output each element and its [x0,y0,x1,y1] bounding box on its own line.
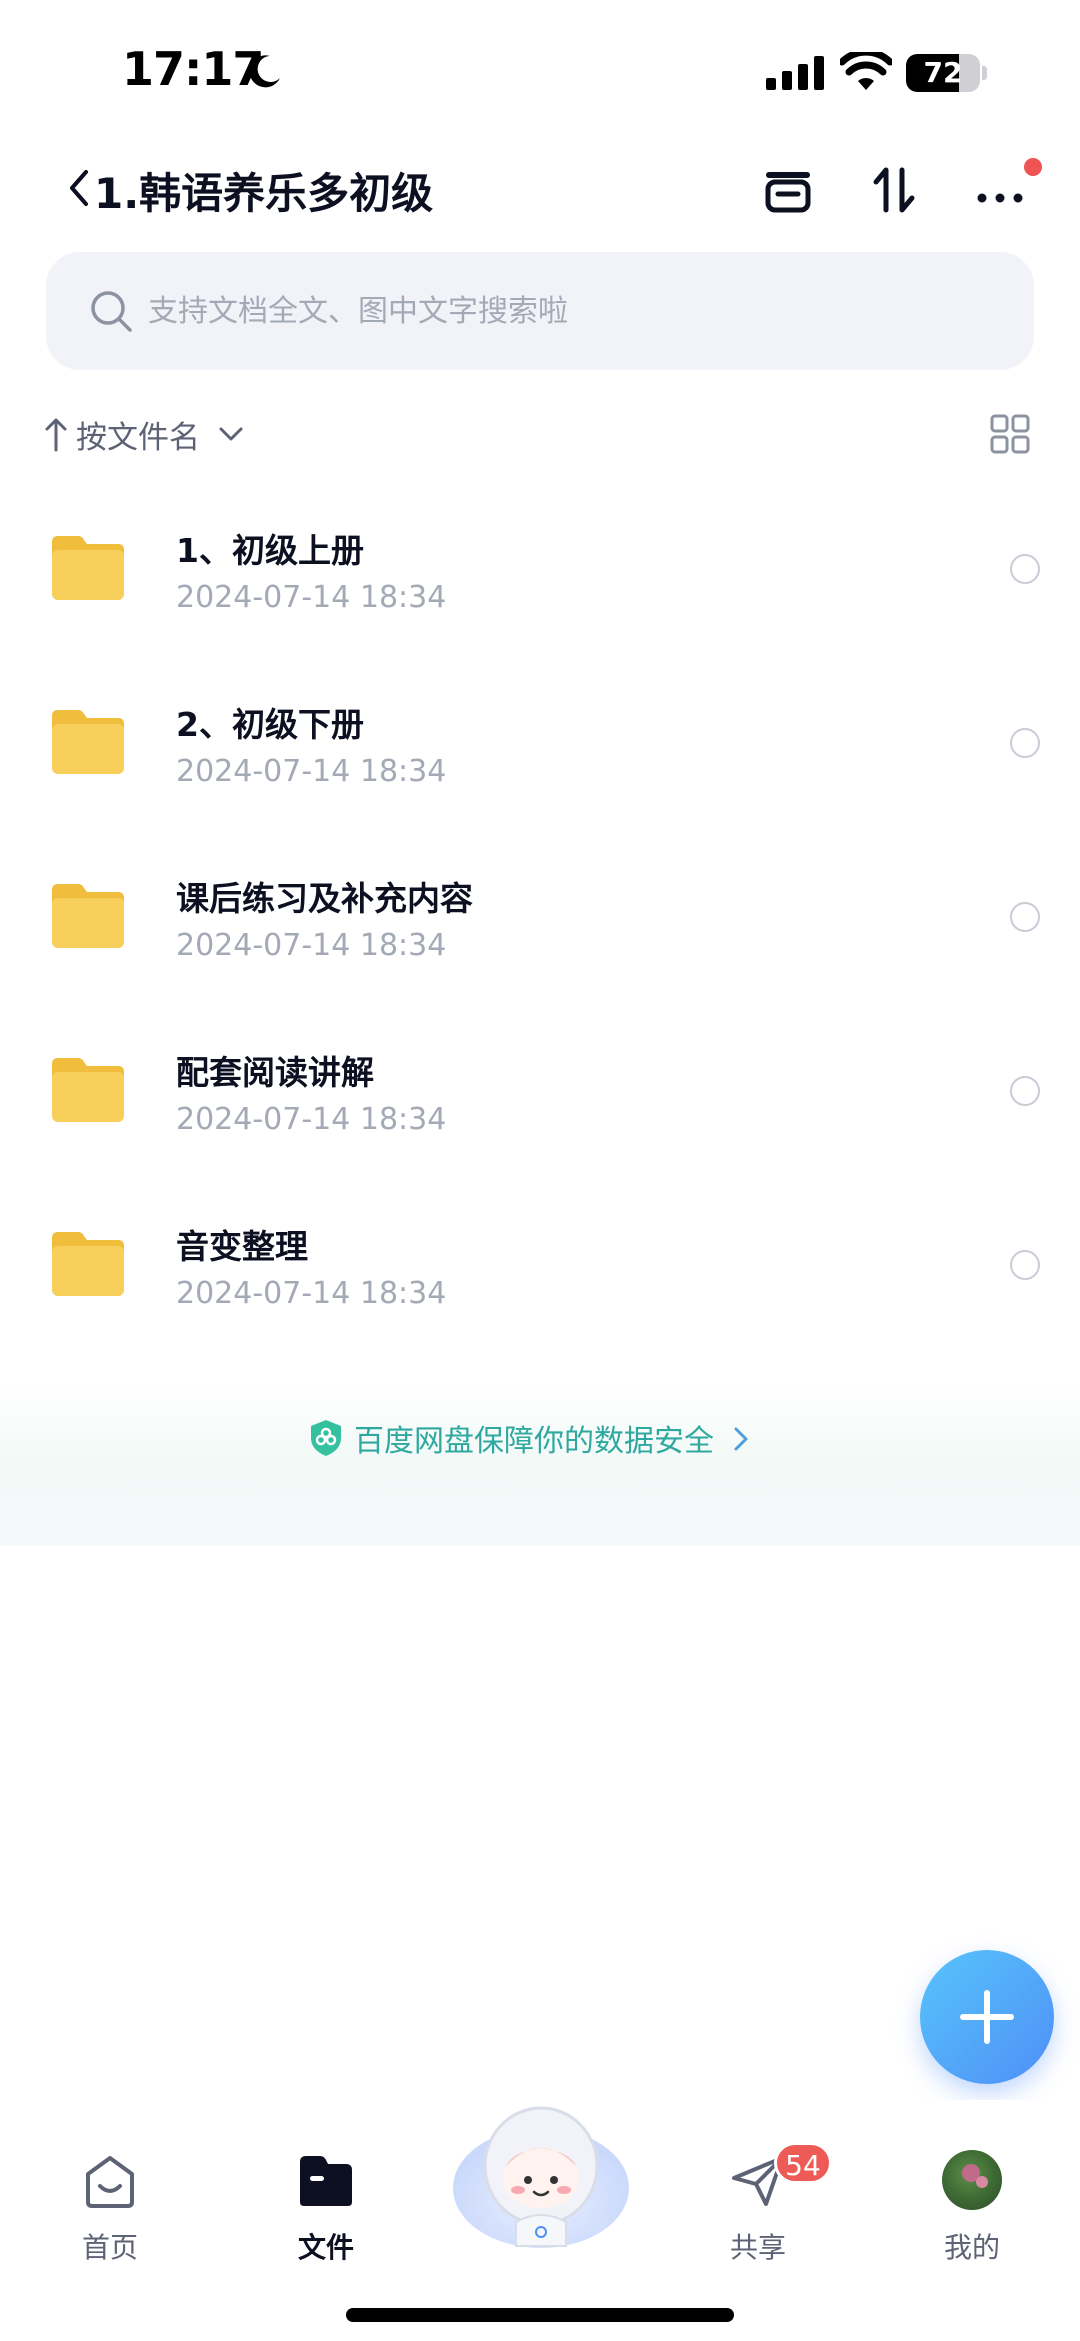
file-date: 2024-07-14 18:34 [176,1102,447,1137]
file-name: 1、初级上册 [176,531,364,570]
select-radio[interactable] [1010,1250,1040,1280]
more-dots-icon [977,193,1023,203]
battery-percent: 72 [923,56,963,89]
nav-share[interactable]: 54 共享 [698,2100,832,2264]
folder-icon [52,884,124,948]
shield-icon [311,1420,341,1456]
back-chevron-icon[interactable] [64,166,92,210]
file-row[interactable]: 2、初级下册 2024-07-14 18:34 [0,654,1080,828]
file-list: 1、初级上册 2024-07-14 18:34 2、初级下册 2024-07-1… [0,480,1080,1350]
archive-icon [765,172,811,213]
search-input[interactable] [148,280,968,342]
folder-icon [52,1058,124,1122]
file-name: 音变整理 [176,1227,308,1266]
file-row[interactable]: 音变整理 2024-07-14 18:34 [0,1176,1080,1350]
mascot-assistant-button[interactable] [450,2096,632,2256]
notification-dot [1024,158,1042,176]
nav-mine[interactable]: 我的 [912,2100,1032,2264]
share-badge: 54 [774,2142,832,2184]
sort-direction-icon[interactable] [44,416,68,452]
more-button[interactable] [968,158,1032,222]
status-bar: 17:17 72 [0,0,1080,140]
plus-icon [960,1990,1014,2044]
file-date: 2024-07-14 18:34 [176,754,447,789]
select-radio[interactable] [1010,554,1040,584]
archive-button[interactable] [756,158,820,222]
avatar [942,2150,1002,2210]
page-title: 1.韩语养乐多初级 [94,169,434,218]
nav-home[interactable]: 首页 [50,2100,170,2264]
safety-text: 百度网盘保障你的数据安全 [354,1424,714,1459]
home-icon [86,2156,134,2208]
file-date: 2024-07-14 18:34 [176,580,447,615]
chevron-down-icon[interactable] [218,424,244,444]
sort-arrows-icon [873,167,915,213]
file-row[interactable]: 课后练习及补充内容 2024-07-14 18:34 [0,828,1080,1002]
chevron-right-icon [734,1427,748,1451]
nav-files[interactable]: 文件 [266,2100,386,2264]
folder-icon [52,710,124,774]
wifi-icon [840,52,892,90]
status-time: 17:17 [122,42,264,96]
file-name: 2、初级下册 [176,705,364,744]
battery-indicator: 72 [906,54,987,92]
file-name: 配套阅读讲解 [176,1053,374,1092]
nav-share-label: 共享 [729,2231,786,2264]
file-row[interactable]: 1、初级上册 2024-07-14 18:34 [0,480,1080,654]
select-radio[interactable] [1010,728,1040,758]
select-radio[interactable] [1010,1076,1040,1106]
file-date: 2024-07-14 18:34 [176,928,447,963]
nav-mine-label: 我的 [943,2231,1000,2264]
nav-home-label: 首页 [81,2231,138,2264]
search-icon [91,291,132,332]
file-row[interactable]: 配套阅读讲解 2024-07-14 18:34 [0,1002,1080,1176]
grid-view-icon[interactable] [990,414,1030,454]
search-bar[interactable] [46,252,1034,370]
file-date: 2024-07-14 18:34 [176,1276,447,1311]
file-name: 课后练习及补充内容 [176,879,473,918]
cellular-signal-icon [766,56,824,90]
select-radio[interactable] [1010,902,1040,932]
data-safety-banner[interactable]: 百度网盘保障你的数据安全 [0,1386,1080,1546]
folder-icon [52,536,124,600]
add-button[interactable] [920,1950,1054,2084]
folder-filled-icon [300,2156,352,2206]
home-indicator [346,2308,734,2322]
sort-label[interactable]: 按文件名 [76,412,200,457]
folder-icon [52,1232,124,1296]
nav-files-label: 文件 [297,2231,354,2264]
sort-order-button[interactable] [862,158,926,222]
header: 1.韩语养乐多初级 [0,150,1080,230]
moon-icon [249,55,280,88]
